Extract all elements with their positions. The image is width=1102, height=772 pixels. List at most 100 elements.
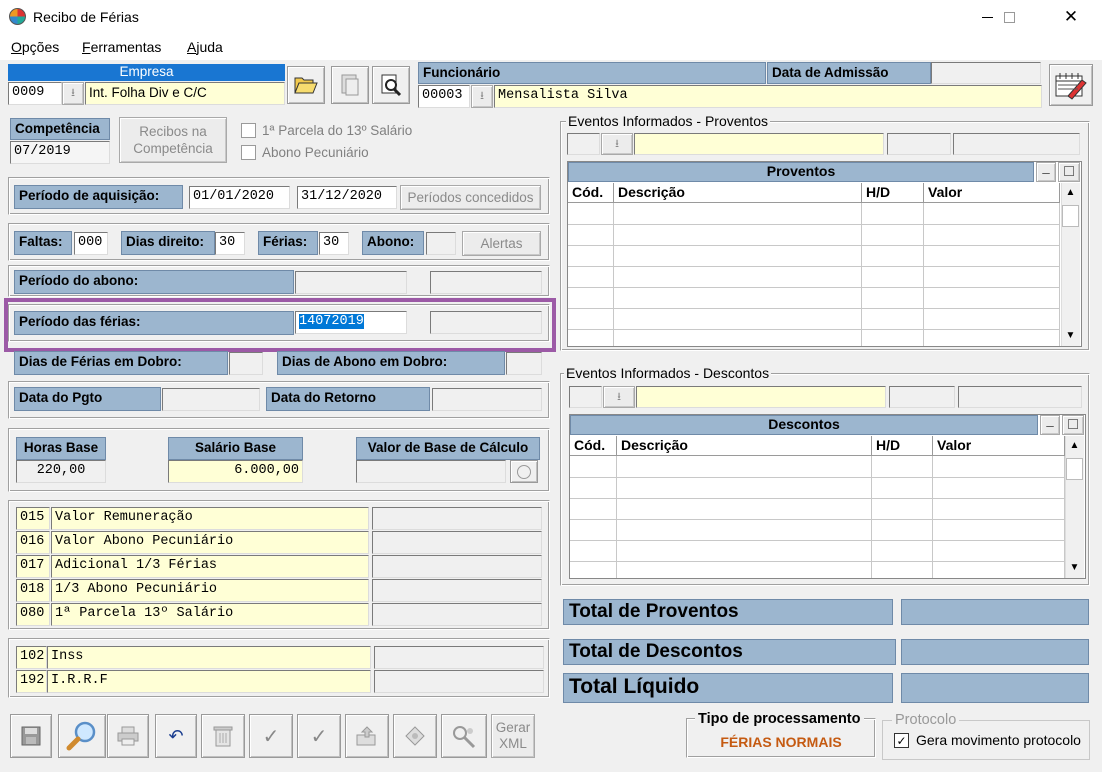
dias-direito-label: Dias direito:: [121, 231, 215, 255]
parcela-13-checkbox[interactable]: [241, 123, 256, 138]
search-button[interactable]: [58, 714, 106, 758]
grid-col-header[interactable]: H/D: [862, 183, 924, 203]
ev-desc-hd-field[interactable]: [889, 386, 955, 408]
periodo-abono-start-field[interactable]: [295, 271, 407, 294]
ev-desc-valor-field[interactable]: [958, 386, 1082, 408]
confirm-button-1[interactable]: ✓: [249, 714, 293, 758]
save-icon: [21, 726, 41, 746]
eventos-proventos-group: Eventos Informados - Proventos: [566, 113, 770, 129]
scroll-down-icon[interactable]: ▼: [1061, 326, 1080, 346]
descontos-maximize-button[interactable]: ☐: [1062, 415, 1084, 435]
ev-prov-valor-field[interactable]: [953, 133, 1080, 155]
aquisicao-label: Período de aquisição:: [14, 185, 183, 209]
provento-code: 017: [16, 555, 50, 578]
abono-pecuniario-checkbox[interactable]: [241, 145, 256, 160]
grid-col-header[interactable]: Cód.: [570, 436, 617, 456]
data-retorno-label: Data do Retorno: [266, 387, 430, 411]
aquisicao-end-field[interactable]: 31/12/2020: [297, 186, 397, 209]
arrow-down-icon: ⭳: [480, 90, 484, 102]
grid-row-line: [570, 561, 1065, 562]
valor-base-field[interactable]: [356, 460, 506, 483]
user-search-button[interactable]: [441, 714, 487, 758]
faltas-field[interactable]: 000: [74, 232, 108, 255]
desconto-desc: I.R.R.F: [47, 670, 371, 693]
document-button[interactable]: [331, 66, 369, 104]
periodos-concedidos-button[interactable]: Períodos concedidos: [400, 185, 541, 210]
document-icon: [341, 74, 359, 96]
ev-prov-desc-field[interactable]: [634, 133, 884, 155]
scroll-thumb[interactable]: [1066, 458, 1083, 480]
aquisicao-start-field[interactable]: 01/01/2020: [189, 186, 290, 209]
abono-dobro-field[interactable]: [506, 352, 542, 375]
scroll-up-icon[interactable]: ▲: [1061, 183, 1080, 203]
undo-button[interactable]: ↶: [155, 714, 197, 758]
ferias-field[interactable]: 30: [319, 232, 349, 255]
alertas-button[interactable]: Alertas: [462, 231, 541, 256]
descontos-minimize-button[interactable]: –: [1040, 415, 1060, 435]
export-icon: [356, 726, 376, 746]
close-button[interactable]: ✕: [1048, 0, 1094, 34]
ev-prov-hd-field[interactable]: [887, 133, 951, 155]
undo-icon: ↶: [168, 725, 184, 746]
admissao-field: [931, 62, 1041, 84]
empresa-lookup-button[interactable]: ⭳: [62, 82, 84, 105]
maximize-button[interactable]: [986, 0, 1032, 34]
menu-ajuda[interactable]: Ajuda: [187, 39, 223, 55]
ev-desc-code-field[interactable]: [569, 386, 602, 408]
gera-protocolo-checkbox[interactable]: ✓: [894, 733, 909, 748]
dias-direito-field[interactable]: 30: [215, 232, 245, 255]
grid-col-line: [932, 456, 933, 578]
total-liquido-value: [901, 673, 1089, 703]
ev-prov-lookup-button[interactable]: ⭳: [601, 133, 633, 155]
competencia-field[interactable]: 07/2019: [10, 141, 110, 164]
empresa-code-field[interactable]: 0009: [8, 82, 62, 105]
grid-row-line: [570, 519, 1065, 520]
grid-row-line: [570, 477, 1065, 478]
save-button[interactable]: [10, 714, 52, 758]
proventos-maximize-button[interactable]: ☐: [1058, 162, 1080, 182]
abono-field[interactable]: [426, 232, 456, 255]
confirm-button-2[interactable]: ✓: [297, 714, 341, 758]
grid-row-line: [568, 329, 1060, 330]
provento-value: [372, 507, 542, 530]
grid-col-header[interactable]: Valor: [924, 183, 1060, 203]
funcionario-code-field[interactable]: 00003: [418, 85, 470, 108]
processamento-value: FÉRIAS NORMAIS: [720, 734, 842, 750]
menu-ferramentas[interactable]: Ferramentas: [82, 39, 161, 55]
process-button[interactable]: [393, 714, 437, 758]
scroll-down-icon[interactable]: ▼: [1065, 558, 1084, 578]
grid-col-header[interactable]: Descrição: [614, 183, 862, 203]
horas-base-field[interactable]: 220,00: [16, 460, 106, 483]
salario-base-field[interactable]: 6.000,00: [168, 460, 303, 483]
funcionario-lookup-button[interactable]: ⭳: [471, 85, 493, 108]
search-document-button[interactable]: [372, 66, 410, 104]
minimize-icon: –: [1046, 417, 1054, 433]
provento-desc: 1ª Parcela 13º Salário: [51, 603, 369, 626]
gerar-xml-button[interactable]: Gerar XML: [491, 714, 535, 758]
ev-desc-lookup-button[interactable]: ⭳: [603, 386, 635, 408]
recycle-button[interactable]: [201, 714, 245, 758]
export-button[interactable]: [345, 714, 389, 758]
provento-value: [372, 531, 542, 554]
calendar-tool-button[interactable]: [1049, 64, 1093, 106]
ev-desc-desc-field[interactable]: [636, 386, 886, 408]
menu-opcoes[interactable]: Opções: [11, 39, 59, 55]
proventos-minimize-button[interactable]: –: [1036, 162, 1056, 182]
scroll-up-icon[interactable]: ▲: [1065, 436, 1084, 456]
periodo-abono-end-field[interactable]: [430, 271, 542, 294]
ev-prov-code-field[interactable]: [567, 133, 600, 155]
recibos-competencia-button[interactable]: Recibos na Competência: [119, 117, 227, 163]
grid-col-header[interactable]: H/D: [872, 436, 933, 456]
open-folder-button[interactable]: [287, 66, 325, 104]
data-pgto-field[interactable]: [162, 388, 260, 411]
ferias-dobro-field[interactable]: [229, 352, 263, 375]
grid-col-header[interactable]: Valor: [933, 436, 1065, 456]
calc-button[interactable]: [510, 460, 538, 483]
scroll-thumb[interactable]: [1062, 205, 1079, 227]
grid-col-header[interactable]: Descrição: [617, 436, 872, 456]
menu-bar: [0, 34, 1102, 60]
grid-col-header[interactable]: Cód.: [568, 183, 614, 203]
print-button[interactable]: [107, 714, 149, 758]
data-retorno-field[interactable]: [432, 388, 542, 411]
funcionario-name-field: Mensalista Silva: [494, 85, 1042, 108]
